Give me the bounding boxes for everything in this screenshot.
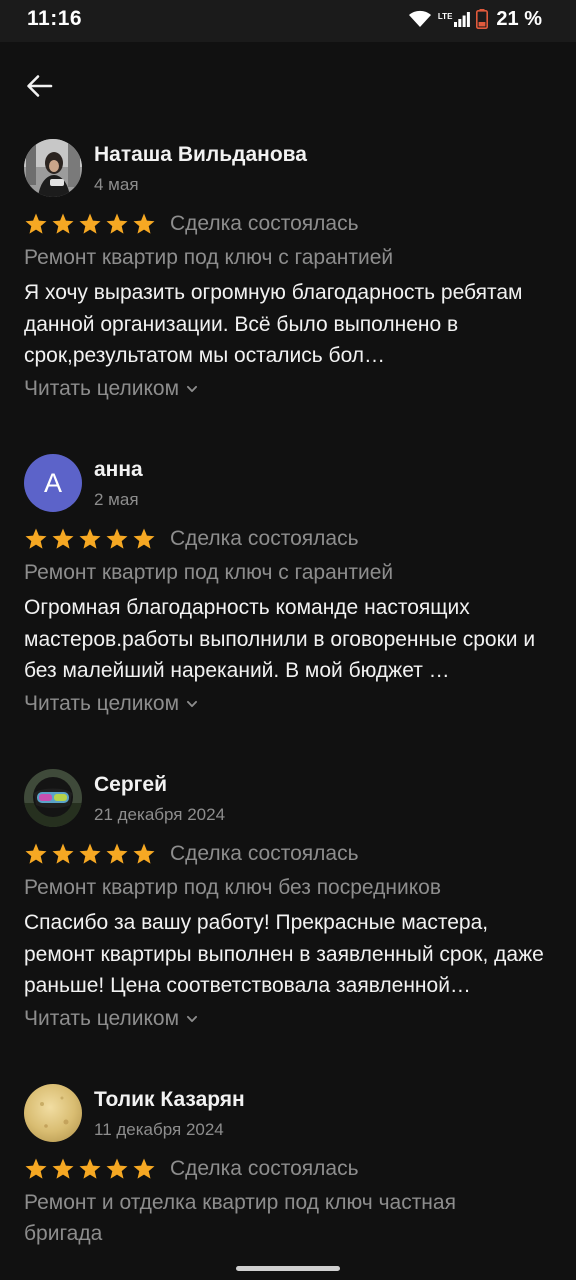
star-icon <box>132 842 156 866</box>
star-icon <box>105 527 129 551</box>
read-more-button[interactable]: Читать целиком <box>24 1007 199 1031</box>
star-rating <box>24 527 156 551</box>
star-icon <box>24 527 48 551</box>
reviewer-name: Сергей <box>94 773 168 796</box>
star-icon <box>51 527 75 551</box>
read-more-label: Читать целиком <box>24 1007 180 1030</box>
star-rating <box>24 212 156 236</box>
star-icon <box>105 842 129 866</box>
review-date: 11 декабря 2024 <box>94 1120 224 1139</box>
reviewer-name: Толик Казарян <box>94 1088 245 1111</box>
service-name: Ремонт квартир под ключ с гарантией <box>24 561 394 584</box>
service-name: Ремонт квартир под ключ без посредников <box>24 876 441 899</box>
reviewer-name: анна <box>94 458 143 481</box>
read-more-button[interactable]: Читать целиком <box>24 377 199 401</box>
deal-status: Сделка состоялась <box>170 842 359 865</box>
star-icon <box>51 212 75 236</box>
deal-status: Сделка состоялась <box>170 1157 359 1180</box>
review-card: Сергей 21 декабря 2024 Сделка состоялась… <box>24 769 554 1049</box>
review-date: 2 мая <box>94 490 139 509</box>
star-icon <box>105 1157 129 1181</box>
avatar[interactable] <box>24 1084 82 1142</box>
review-card: Наташа Вильданова 4 мая Сделка состоялас… <box>24 139 554 419</box>
home-indicator[interactable] <box>236 1266 340 1271</box>
star-icon <box>24 1157 48 1181</box>
reviewer-name: Наташа Вильданова <box>94 143 307 166</box>
star-icon <box>78 1157 102 1181</box>
star-icon <box>24 212 48 236</box>
battery-percent: 21 % <box>496 7 542 30</box>
avatar[interactable] <box>24 139 82 197</box>
chevron-down-icon <box>185 382 199 396</box>
rating-row: Сделка состоялась <box>24 839 359 869</box>
avatar-letter: А <box>43 467 62 498</box>
review-card: Толик Казарян 11 декабря 2024 Сделка сос… <box>24 1084 554 1280</box>
status-time: 11:16 <box>27 7 83 30</box>
read-more-label: Читать целиком <box>24 377 180 400</box>
star-icon <box>78 212 102 236</box>
status-icons: LTE 21 % <box>408 6 542 32</box>
star-rating <box>24 842 156 866</box>
star-icon <box>132 212 156 236</box>
signal-icon <box>454 12 471 27</box>
rating-row: Сделка состоялась <box>24 209 359 239</box>
service-name: Ремонт квартир под ключ с гарантией <box>24 246 394 269</box>
star-icon <box>132 1157 156 1181</box>
battery-low-icon <box>476 9 489 29</box>
star-icon <box>78 527 102 551</box>
star-icon <box>51 1157 75 1181</box>
service-name: Ремонт и отделка квартир под ключ частна… <box>24 1191 456 1245</box>
star-icon <box>78 842 102 866</box>
reviews-screen: Наташа Вильданова 4 мая Сделка состоялас… <box>0 42 576 1280</box>
star-rating <box>24 1157 156 1181</box>
deal-status: Сделка состоялась <box>170 527 359 550</box>
review-date: 21 декабря 2024 <box>94 805 226 824</box>
status-bar: 11:16 LTE 21 % <box>0 0 576 42</box>
review-card: А анна 2 мая Сделка состоялась Ремонт кв… <box>24 454 554 734</box>
rating-row: Сделка состоялась <box>24 524 359 554</box>
wifi-icon <box>408 10 431 27</box>
review-text: Спасибо за вашу работу! Прекрасные масте… <box>24 911 544 997</box>
star-icon <box>51 842 75 866</box>
review-text: Огромная благодарность команде настоящих… <box>24 596 536 682</box>
star-icon <box>105 212 129 236</box>
back-button[interactable] <box>22 68 58 104</box>
review-date: 4 мая <box>94 175 139 194</box>
arrow-left-icon <box>27 75 53 97</box>
review-text: Я хочу выразить огромную благодарность р… <box>24 281 523 367</box>
star-icon <box>24 842 48 866</box>
network-type-label: LTE <box>437 11 453 21</box>
rating-row: Сделка состоялась <box>24 1154 359 1184</box>
chevron-down-icon <box>185 697 199 711</box>
read-more-label: Читать целиком <box>24 692 180 715</box>
star-icon <box>132 527 156 551</box>
chevron-down-icon <box>185 1012 199 1026</box>
avatar[interactable] <box>24 769 82 827</box>
read-more-button[interactable]: Читать целиком <box>24 692 199 716</box>
deal-status: Сделка состоялась <box>170 212 359 235</box>
avatar[interactable]: А <box>24 454 82 512</box>
